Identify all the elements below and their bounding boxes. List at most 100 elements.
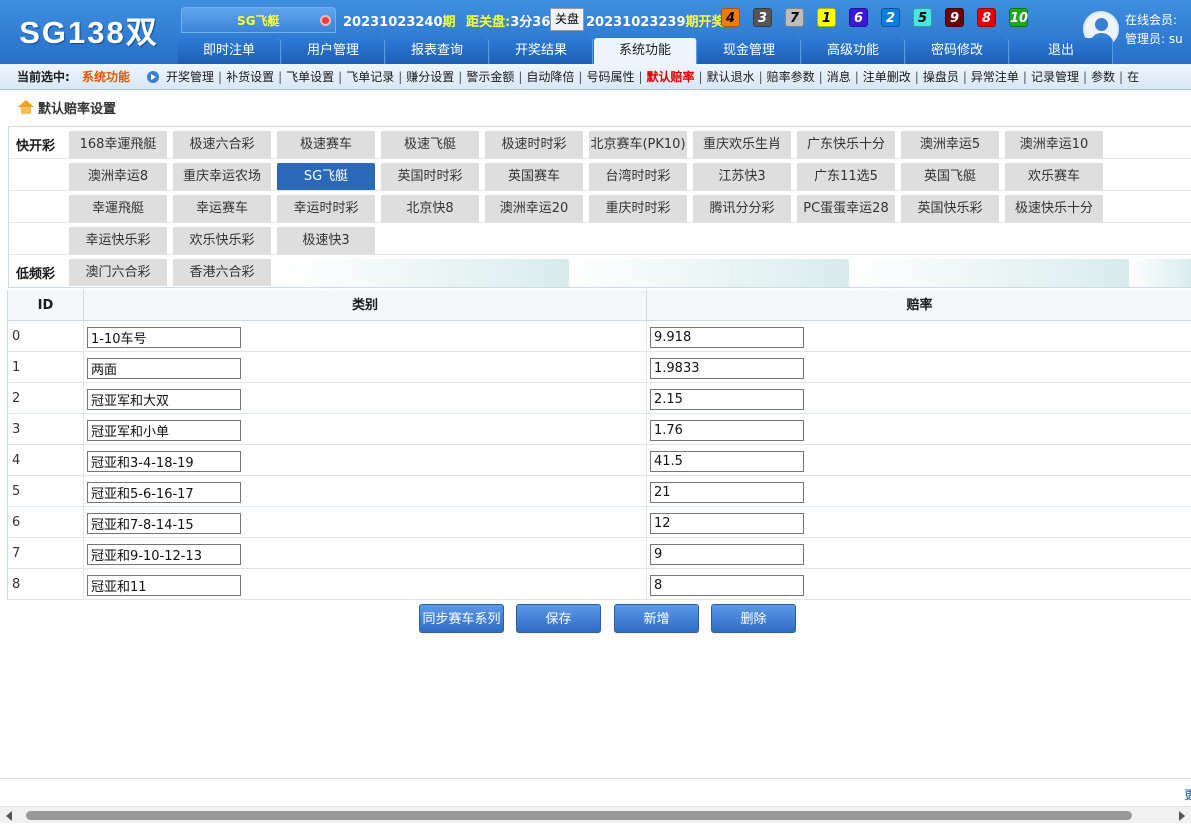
lottery-type-button[interactable]: 英国时时彩	[381, 163, 479, 190]
sub-menu-link[interactable]: 开奖管理	[166, 70, 214, 84]
sub-menu-link[interactable]: 注单删改	[863, 70, 911, 84]
nav-tab[interactable]: 即时注单	[178, 38, 281, 64]
lottery-type-button[interactable]: 澳洲幸运5	[901, 131, 999, 158]
lottery-type-button[interactable]: 广东快乐十分	[797, 131, 895, 158]
add-button[interactable]: 新增	[614, 604, 699, 633]
lottery-type-button[interactable]: 幸运快乐彩	[69, 227, 167, 254]
current-game-chip[interactable]: SG飞艇	[181, 7, 336, 33]
odds-input[interactable]	[650, 358, 804, 379]
odds-input[interactable]	[650, 482, 804, 503]
lottery-type-button[interactable]: 重庆时时彩	[589, 195, 687, 222]
lottery-type-button[interactable]: 江苏快3	[693, 163, 791, 190]
category-input[interactable]	[87, 482, 241, 503]
lottery-type-button[interactable]: 北京赛车(PK10)	[589, 131, 687, 158]
lottery-type-button[interactable]: 幸运时时彩	[277, 195, 375, 222]
lottery-type-button[interactable]: 极速快3	[277, 227, 375, 254]
lottery-type-button[interactable]: 澳门六合彩	[69, 259, 167, 286]
sub-menu-link[interactable]: 操盘员	[923, 70, 959, 84]
sub-menu-link[interactable]: 赚分设置	[406, 70, 454, 84]
sub-menu-link[interactable]: 异常注单	[971, 70, 1019, 84]
category-input[interactable]	[87, 575, 241, 596]
lottery-type-button[interactable]: 英国快乐彩	[901, 195, 999, 222]
lottery-type-button[interactable]: 幸運飛艇	[69, 195, 167, 222]
lottery-type-button[interactable]: 欢乐赛车	[1005, 163, 1103, 190]
horizontal-scrollbar[interactable]	[0, 806, 1191, 823]
category-input[interactable]	[87, 389, 241, 410]
sub-menu-link[interactable]: 在	[1127, 70, 1139, 84]
table-row: 7	[8, 538, 1191, 569]
sub-menu-link[interactable]: 飞单设置	[286, 70, 334, 84]
sync-racing-series-button[interactable]: 同步赛车系列	[419, 604, 504, 633]
lottery-type-button[interactable]: 幸运赛车	[173, 195, 271, 222]
lottery-type-button[interactable]: SG飞艇	[277, 163, 375, 190]
home-icon	[18, 100, 34, 114]
nav-tab[interactable]: 用户管理	[282, 38, 385, 64]
lottery-type-button[interactable]: 重庆幸运农场	[173, 163, 271, 190]
category-input[interactable]	[87, 420, 241, 441]
lottery-type-button[interactable]: 英国飞艇	[901, 163, 999, 190]
category-input[interactable]	[87, 358, 241, 379]
nav-tab[interactable]: 开奖结果	[490, 38, 593, 64]
category-input[interactable]	[87, 327, 241, 348]
lottery-type-button[interactable]: 北京快8	[381, 195, 479, 222]
lottery-type-button[interactable]: 广东11选5	[797, 163, 895, 190]
table-row: 8	[8, 569, 1191, 600]
category-cell	[84, 352, 647, 383]
scroll-right-icon[interactable]	[1179, 811, 1185, 821]
scroll-left-icon[interactable]	[6, 811, 12, 821]
sub-menu-link[interactable]: 默认赔率	[647, 70, 695, 84]
scrollbar-thumb[interactable]	[26, 811, 1132, 820]
nav-tab[interactable]: 退出	[1010, 38, 1113, 64]
lottery-type-button[interactable]: 极速快乐十分	[1005, 195, 1103, 222]
odds-input[interactable]	[650, 575, 804, 596]
lottery-type-button[interactable]: 英国赛车	[485, 163, 583, 190]
lottery-type-button[interactable]: 台湾时时彩	[589, 163, 687, 190]
sub-menu-link[interactable]: 补货设置	[226, 70, 274, 84]
footer-link[interactable]: 更	[1184, 786, 1191, 803]
close-market-button[interactable]: 关盘	[550, 8, 584, 31]
nav-tab[interactable]: 高级功能	[802, 38, 905, 64]
table-header: ID 类别 赔率	[8, 290, 1191, 321]
category-input[interactable]	[87, 451, 241, 472]
nav-tab[interactable]: 系统功能	[594, 38, 697, 64]
sub-menu-link[interactable]: 飞单记录	[346, 70, 394, 84]
odds-input[interactable]	[650, 327, 804, 348]
category-input[interactable]	[87, 513, 241, 534]
sub-menu-link[interactable]: 号码属性	[586, 70, 634, 84]
lottery-type-button[interactable]: 香港六合彩	[173, 259, 271, 286]
odds-input[interactable]	[650, 513, 804, 534]
sub-menu-link[interactable]: 消息	[827, 70, 851, 84]
lottery-type-button[interactable]: 澳洲幸运20	[485, 195, 583, 222]
lottery-type-button[interactable]: 腾讯分分彩	[693, 195, 791, 222]
lottery-type-button[interactable]: 极速赛车	[277, 131, 375, 158]
odds-input[interactable]	[650, 544, 804, 565]
sub-menu-link[interactable]: 赔率参数	[767, 70, 815, 84]
nav-tab[interactable]: 现金管理	[698, 38, 801, 64]
odds-input[interactable]	[650, 389, 804, 410]
odds-input[interactable]	[650, 451, 804, 472]
odds-input[interactable]	[650, 420, 804, 441]
sub-menu-link[interactable]: 参数	[1091, 70, 1115, 84]
lottery-type-button[interactable]: 澳洲幸运8	[69, 163, 167, 190]
lottery-type-button[interactable]: 欢乐快乐彩	[173, 227, 271, 254]
separator: |	[758, 70, 763, 84]
nav-tab[interactable]: 密码修改	[906, 38, 1009, 64]
lottery-type-button[interactable]: 168幸運飛艇	[69, 131, 167, 158]
delete-button[interactable]: 删除	[711, 604, 796, 633]
lottery-type-button[interactable]: 澳洲幸运10	[1005, 131, 1103, 158]
save-button[interactable]: 保存	[516, 604, 601, 633]
lottery-type-button[interactable]: 极速六合彩	[173, 131, 271, 158]
lottery-type-button[interactable]: PC蛋蛋幸运28	[797, 195, 895, 222]
category-input[interactable]	[87, 544, 241, 565]
sub-menu-link[interactable]: 自动降倍	[526, 70, 574, 84]
lottery-type-button[interactable]: 极速时时彩	[485, 131, 583, 158]
nav-tab[interactable]: 报表查询	[386, 38, 489, 64]
sub-menu-link[interactable]: 记录管理	[1031, 70, 1079, 84]
sub-menu-link[interactable]: 默认退水	[707, 70, 755, 84]
lottery-type-button[interactable]: 重庆欢乐生肖	[693, 131, 791, 158]
separator: |	[638, 70, 643, 84]
last-draw-info: 20231023239期开奖:	[586, 11, 730, 30]
sub-menu-link[interactable]: 警示金额	[466, 70, 514, 84]
lottery-type-button[interactable]: 极速飞艇	[381, 131, 479, 158]
game-close-icon[interactable]	[320, 15, 331, 26]
